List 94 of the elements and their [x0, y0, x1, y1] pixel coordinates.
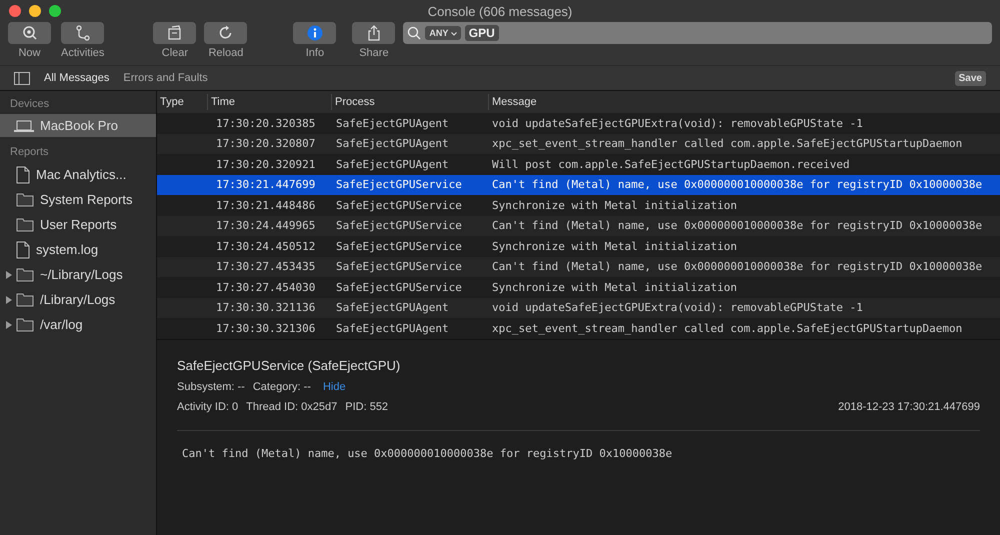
- caret-icon: [450, 32, 457, 36]
- section-header: Devices: [10, 98, 50, 110]
- process-cell-text: SafeEjectGPUAgent: [335, 137, 450, 150]
- time-cell-text: 17:30:27.453435: [215, 260, 316, 274]
- log-row[interactable]: 17:30:27.454030 SafeEjectGPUService Synchronize with Metal initialization: [157, 277, 1000, 298]
- pid-label: PID: 552: [345, 400, 388, 412]
- filter-tab[interactable]: Errors and Faults: [123, 72, 208, 84]
- log-row[interactable]: 17:30:24.450512 SafeEjectGPUService Synchronize with Metal initialization: [157, 236, 1000, 256]
- message-cell-text: xpc_set_event_stream_handler called com.apple.SafeEjectGPUStartupDaemon: [491, 137, 962, 150]
- log-row[interactable]: 17:30:20.320385 SafeEjectGPUAgent void updateSafeEjectGPUExtra(void): removableGPUState -1: [157, 113, 1000, 134]
- save-button[interactable]: Save: [954, 70, 986, 86]
- process-cell-text: SafeEjectGPUAgent: [335, 301, 450, 314]
- log-row[interactable]: 17:30:24.449965 SafeEjectGPUService Can't find (Metal) name, use 0x000000010000038e for registryID 0x10000038e: [157, 216, 1000, 236]
- log-row[interactable]: 17:30:20.320921 SafeEjectGPUAgent Will post com.apple.SafeEjectGPUStartupDaemon.received: [157, 154, 1000, 174]
- process-cell-text: SafeEjectGPUAgent: [335, 158, 450, 171]
- column-header[interactable]: Process: [332, 94, 489, 110]
- message-cell-text: Synchronize with Metal initialization: [491, 280, 738, 294]
- log-row[interactable]: 17:30:30.321136 SafeEjectGPUAgent void updateSafeEjectGPUExtra(void): removableGPUState -1: [157, 298, 1000, 318]
- category-label: Category: --: [252, 380, 311, 392]
- search-token[interactable]: GPU: [464, 25, 499, 41]
- log-row[interactable]: 17:30:20.320807 SafeEjectGPUAgent xpc_set_event_stream_handler called com.apple.SafeEjectGPUStartupDaemon: [157, 134, 1000, 154]
- disclosure-triangle-icon[interactable]: [5, 296, 13, 304]
- timestamp-label: 2018-12-23 17:30:21.447699: [838, 400, 980, 412]
- sidebar-item[interactable]: MacBook Pro: [0, 114, 156, 137]
- share-icon: [366, 25, 382, 41]
- time-cell-text: 17:30:30.321136: [215, 301, 316, 314]
- process-cell-text: SafeEjectGPUService: [335, 280, 463, 294]
- column-header[interactable]: Time: [208, 94, 332, 110]
- subsystem-label: Subsystem: --: [177, 380, 245, 392]
- disclosure-triangle-icon[interactable]: [5, 320, 13, 328]
- time-cell-text: 17:30:21.447699: [215, 178, 316, 192]
- folder-icon: [16, 317, 34, 332]
- process-cell-text: SafeEjectGPUService: [335, 260, 463, 274]
- time-cell-text: 17:30:20.320921: [215, 158, 316, 171]
- info-icon: [306, 25, 323, 41]
- time-cell-text: 17:30:30.321306: [215, 322, 316, 335]
- section-header: Reports: [10, 146, 49, 158]
- message-cell-text: xpc_set_event_stream_handler called com.apple.SafeEjectGPUStartupDaemon: [491, 322, 962, 335]
- sidebar-item[interactable]: System Reports: [0, 187, 156, 212]
- sidebar-item[interactable]: system.log: [0, 237, 156, 262]
- folder-icon: [16, 267, 34, 282]
- hide-link[interactable]: Hide: [322, 380, 346, 392]
- time-cell-text: 17:30:20.320807: [215, 137, 316, 150]
- message-cell-text: void updateSafeEjectGPUExtra(void): removableGPUState -1: [491, 116, 863, 130]
- sidebar-toggle-icon[interactable]: [14, 72, 30, 84]
- time-cell-text: 17:30:21.448486: [215, 198, 316, 212]
- message-cell-text: Will post com.apple.SafeEjectGPUStartupDaemon.received: [491, 158, 850, 171]
- message-cell-text: Synchronize with Metal initialization: [491, 240, 738, 253]
- process-cell-text: SafeEjectGPUService: [335, 219, 463, 232]
- search-icon: [407, 26, 422, 40]
- process-cell-text: SafeEjectGPUAgent: [335, 322, 450, 335]
- folder-icon: [16, 192, 34, 207]
- filter-tab[interactable]: All Messages: [44, 72, 110, 84]
- sidebar-item[interactable]: ~/Library/Logs: [0, 262, 156, 287]
- message-cell-text: Can't find (Metal) name, use 0x000000010000038e for registryID 0x10000038e: [491, 219, 982, 232]
- time-cell-text: 17:30:24.449965: [215, 219, 316, 232]
- process-cell-text: SafeEjectGPUService: [335, 240, 463, 253]
- document-icon: [16, 240, 30, 258]
- process-cell-text: SafeEjectGPUService: [335, 178, 463, 192]
- message-text: Can't find (Metal) name, use 0x000000010000038e for registryID 0x10000038e: [182, 446, 672, 460]
- time-cell-text: 17:30:24.450512: [215, 240, 316, 253]
- process-cell-text: SafeEjectGPUService: [335, 198, 463, 212]
- column-header[interactable]: Message: [489, 94, 1000, 110]
- message-cell-text: Synchronize with Metal initialization: [491, 198, 738, 212]
- log-row[interactable]: 17:30:21.448486 SafeEjectGPUService Synchronize with Metal initialization: [157, 195, 1000, 216]
- minimize-button[interactable]: [29, 5, 41, 17]
- message-cell-text: void updateSafeEjectGPUExtra(void): removableGPUState -1: [491, 301, 863, 314]
- close-button[interactable]: [9, 5, 21, 17]
- process-cell-text: SafeEjectGPUAgent: [335, 116, 450, 130]
- laptop-icon: [14, 120, 34, 132]
- folder-icon: [16, 217, 34, 232]
- document-icon: [16, 166, 30, 184]
- sidebar-item[interactable]: User Reports: [0, 212, 156, 237]
- detail-title: SafeEjectGPUService (SafeEjectGPU): [177, 358, 400, 372]
- time-cell-text: 17:30:20.320385: [215, 116, 316, 130]
- column-header[interactable]: Type: [157, 94, 208, 110]
- zoom-button[interactable]: [49, 5, 61, 17]
- window-title: Console (606 messages): [428, 4, 572, 18]
- activity-id-label: Activity ID: 0: [177, 400, 238, 412]
- log-row[interactable]: 17:30:27.453435 SafeEjectGPUService Can't find (Metal) name, use 0x000000010000038e for registryID 0x10000038e: [157, 256, 1000, 277]
- disclosure-triangle-icon[interactable]: [5, 270, 13, 278]
- time-cell-text: 17:30:27.454030: [215, 280, 316, 294]
- message-cell-text: Can't find (Metal) name, use 0x000000010000038e for registryID 0x10000038e: [491, 260, 982, 274]
- reload-icon: [218, 25, 234, 41]
- search-field[interactable]: ANY GPU: [403, 22, 992, 44]
- folder-icon: [16, 292, 34, 307]
- message-cell-text: Can't find (Metal) name, use 0x000000010000038e for registryID 0x10000038e: [491, 178, 982, 192]
- thread-id-label: Thread ID: 0x25d7: [246, 400, 338, 412]
- sidebar-item[interactable]: /var/log: [0, 312, 156, 337]
- sidebar-item[interactable]: Mac Analytics...: [0, 162, 156, 187]
- log-row[interactable]: 17:30:21.447699 SafeEjectGPUService Can't find (Metal) name, use 0x000000010000038e for registryID 0x10000038e: [157, 174, 1000, 195]
- sidebar-item[interactable]: /Library/Logs: [0, 287, 156, 312]
- scope-dropdown[interactable]: ANY: [425, 26, 461, 40]
- log-row[interactable]: 17:30:30.321306 SafeEjectGPUAgent xpc_set_event_stream_handler called com.apple.SafeEjectGPUStartupDaemon: [157, 318, 1000, 338]
